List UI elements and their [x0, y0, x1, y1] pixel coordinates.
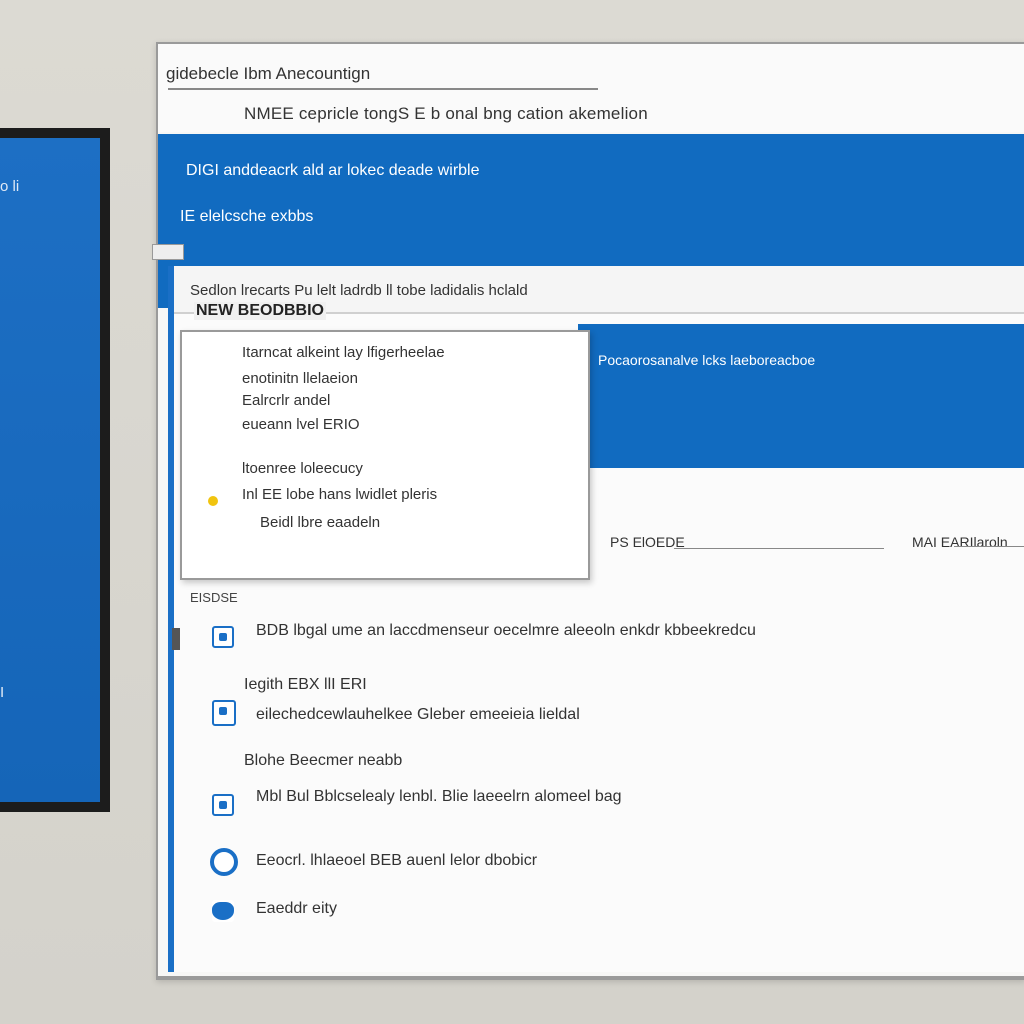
option-item-label[interactable]: Eaeddr eity — [256, 900, 337, 918]
lightbulb-icon — [208, 496, 218, 506]
background-window-text-bottom: I — [0, 684, 5, 701]
checkbox-icon[interactable] — [212, 626, 234, 648]
puzzle-icon — [212, 900, 234, 922]
inner-info-banner: Pocaorosanalve lcks laeboreacboe — [578, 324, 1024, 468]
header-text-secondary: IE elelcsche exbbs — [180, 208, 314, 225]
background-window-text-top: o li — [0, 178, 20, 195]
title-bar: gidebecle Ibm Anecountign NMEE cepricle … — [158, 44, 1024, 132]
background-window[interactable]: o li I — [0, 128, 110, 812]
popup-line: eueann lvel ERIO — [242, 416, 360, 433]
popup-line: ltoenree loleecucy — [242, 460, 363, 477]
popup-line: Ealrcrlr andel — [242, 392, 331, 409]
inner-panel-label: NEW BEODBBIO — [194, 302, 326, 320]
window-title: gidebecle Ibm Anecountign — [166, 64, 371, 83]
option-item-label[interactable]: BDB lbgal ume an laccdmenseur oecelmre a… — [256, 622, 756, 640]
cursor-marker — [172, 628, 180, 650]
option-subheading: Iegith EBX llI ERI — [244, 676, 367, 693]
header-text-primary: DIGI anddeacrk ald ar lokec deade wirble — [186, 162, 480, 179]
resize-handle[interactable] — [152, 244, 184, 260]
option-item-label[interactable]: Mbl Bul Bblcselealy lenbl. Blie laeeelrn… — [256, 788, 622, 806]
checkbox-icon[interactable] — [212, 794, 234, 816]
popup-dialog[interactable]: Itarncat alkeint lay lfigerheelae enotin… — [180, 330, 590, 580]
field-input-left[interactable] — [674, 548, 884, 549]
popup-line: enotinitn llelaeion — [242, 370, 358, 387]
inner-panel-title: Sedlon lrecarts Pu lelt ladrdb ll tobe l… — [190, 282, 528, 299]
inner-info-text: Pocaorosanalve lcks laeboreacboe — [598, 352, 816, 368]
options-section-label: EISDSE — [190, 590, 238, 605]
title-divider — [168, 88, 598, 90]
popup-line[interactable]: Beidl lbre eaadeln — [260, 514, 380, 531]
popup-line[interactable]: Inl EE lobe hans lwidlet pleris — [242, 486, 437, 503]
radio-icon[interactable] — [210, 848, 238, 876]
window-icon[interactable] — [212, 700, 236, 726]
option-item-label[interactable]: Eeocrl. lhlaeoel BEB auenl lelor dbobicr — [256, 852, 537, 870]
window-subtitle: NMEE cepricle tongS E b onal bng cation … — [244, 104, 648, 123]
field-input-right[interactable] — [954, 546, 1024, 547]
field-label-right: MAI EARIlaroln — [912, 534, 1008, 550]
background-window-panel: o li I — [0, 138, 100, 802]
option-item-label[interactable]: eilechedcewlauhelkee Gleber emeeieia lie… — [256, 706, 580, 724]
popup-line: Itarncat alkeint lay lfigerheelae — [242, 344, 445, 361]
option-subheading: Blohe Beecmer neabb — [244, 752, 403, 769]
